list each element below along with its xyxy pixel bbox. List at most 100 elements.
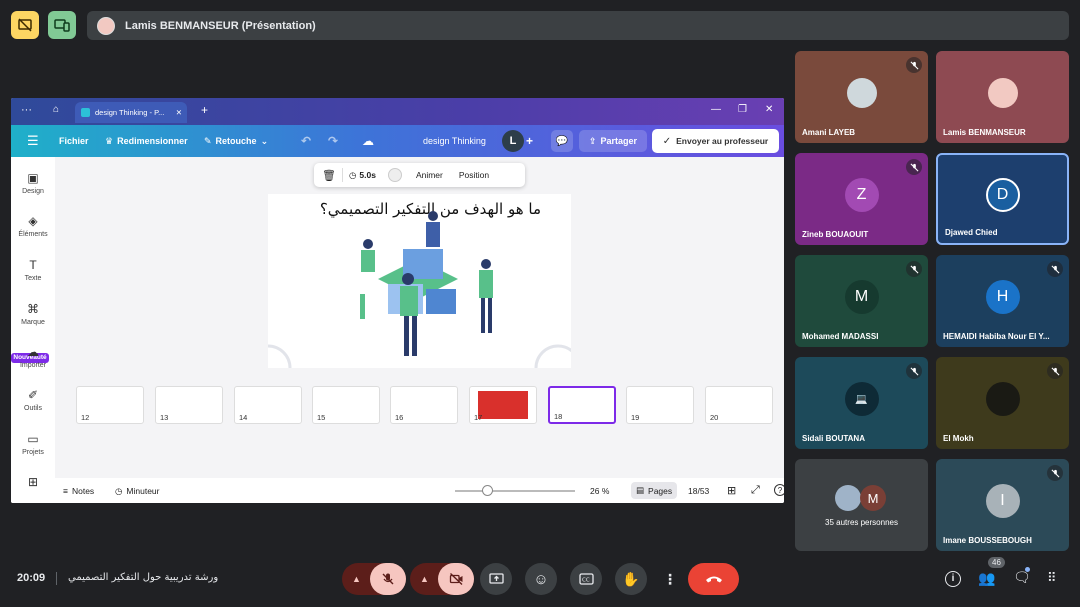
participant-name: Amani LAYEB [802, 128, 856, 137]
sidebar-item-elements[interactable]: ◈ Éléments [11, 214, 55, 238]
browser-tab[interactable]: design Thinking - P... ✕ [75, 102, 187, 123]
animate-button[interactable]: Animer [416, 170, 443, 180]
mic-options-chevron-icon[interactable]: ▲ [352, 574, 361, 584]
undo-icon[interactable]: ↶ [301, 125, 311, 157]
participant-tile[interactable]: I Imane BOUSSEBOUGH [936, 459, 1069, 551]
participant-tile-speaking[interactable]: D Djawed Chied [936, 153, 1069, 245]
leave-call-button[interactable] [688, 563, 739, 595]
sidebar-item-brand[interactable]: ⌘ Marque [11, 302, 55, 326]
minimize-icon[interactable]: — [711, 104, 721, 115]
participant-name: Zineb BOUAOUIT [802, 230, 869, 239]
slide-canvas[interactable]: ما هو الهدف من التفكير التصميمي؟ [268, 194, 571, 368]
menu-redimensionner[interactable]: ♛ Redimensionner [105, 125, 188, 157]
redo-icon[interactable]: ↷ [328, 125, 338, 157]
hamburger-menu-icon[interactable]: ☰ [27, 125, 39, 157]
mic-off-icon [1047, 465, 1063, 481]
participant-photo [985, 382, 1020, 417]
help-icon[interactable]: ? [774, 484, 784, 496]
hang-up-icon [705, 576, 722, 583]
participant-name: El Mokh [943, 434, 974, 443]
doc-title[interactable]: design Thinking [423, 125, 486, 157]
others-count: 35 autres personnes [825, 518, 898, 527]
mic-toggle-button[interactable] [370, 563, 406, 595]
new-tab-icon[interactable]: + [201, 103, 208, 117]
presenting-toggle-button[interactable] [11, 11, 39, 39]
present-screen-button[interactable] [480, 563, 512, 595]
page-thumbnail[interactable]: 19 [626, 386, 694, 424]
fullscreen-icon[interactable]: ⤢ [751, 484, 760, 497]
page-thumbnail[interactable]: 20 [705, 386, 773, 424]
color-swatch[interactable] [387, 168, 402, 182]
participant-name: Lamis BENMANSEUR [943, 128, 1026, 137]
participant-tile[interactable]: Amani LAYEB [795, 51, 928, 143]
menu-retouche[interactable]: ✎ Retouche ⌄ [204, 125, 268, 157]
zoom-slider-handle[interactable] [482, 485, 493, 496]
more-options-button[interactable]: ⋮ [660, 563, 680, 595]
home-icon[interactable]: ⌂ [53, 104, 59, 115]
others-tile[interactable]: M 35 autres personnes [795, 459, 928, 551]
user-avatar[interactable]: L [502, 130, 524, 152]
page-thumbnail[interactable]: 15 [312, 386, 380, 424]
sidebar-item-tools[interactable]: ✐ Outils [11, 388, 55, 412]
participant-tile[interactable]: Z Zineb BOUAOUIT [795, 153, 928, 245]
tab-title: design Thinking - P... [95, 108, 165, 117]
participant-tile[interactable]: El Mokh [936, 357, 1069, 449]
trash-icon[interactable]: 🗑 [322, 169, 336, 182]
share-button[interactable]: ⇪ Partager [579, 130, 647, 152]
activities-icon[interactable]: ⠿ [1047, 570, 1056, 586]
tab-close-icon[interactable]: ✕ [176, 108, 182, 117]
page-thumbnail[interactable]: 16 [390, 386, 458, 424]
camera-options-chevron-icon[interactable]: ▲ [420, 574, 429, 584]
cloud-save-icon[interactable]: ☁ [362, 125, 374, 157]
pages-button[interactable]: ▤ Pages [631, 482, 678, 499]
position-button[interactable]: Position [459, 170, 489, 180]
sidebar-item-apps[interactable]: ⊞ [11, 475, 55, 492]
participant-tile[interactable]: Lamis BENMANSEUR [936, 51, 1069, 143]
participant-photo [987, 78, 1018, 109]
sidebar-item-import[interactable]: ☁ Importer [11, 345, 55, 369]
add-collaborator-icon[interactable]: + [526, 134, 533, 148]
pencil-icon: ✎ [204, 135, 212, 146]
page-thumbnail-selected[interactable]: 18 [548, 386, 616, 424]
meeting-details-icon[interactable]: i [945, 571, 961, 587]
camera-toggle-button[interactable] [438, 563, 474, 595]
people-icon[interactable]: 👥 [978, 570, 995, 587]
presenter-banner[interactable]: Lamis BENMANSEUR (Présentation) [87, 11, 1069, 40]
sidebar-item-projects[interactable]: ▭ Projets [11, 432, 55, 456]
participant-name: Sidali BOUTANA [802, 434, 865, 443]
sidebar-item-text[interactable]: T Texte [11, 258, 55, 282]
sidebar-item-design[interactable]: ▣ Design [11, 171, 55, 195]
participant-avatar: Z [844, 178, 879, 213]
more-icon[interactable]: ··· [21, 104, 32, 116]
page-thumbnail[interactable]: 17 [469, 386, 537, 424]
duration-button[interactable]: ◷ 5.0s [349, 170, 376, 181]
menu-fichier[interactable]: Fichier [59, 125, 89, 157]
participant-tile[interactable]: M Mohamed MADASSI [795, 255, 928, 347]
send-to-teacher-button[interactable]: ✓ Envoyer au professeur [652, 129, 779, 153]
participant-tile[interactable]: 💻 Sidali BOUTANA [795, 357, 928, 449]
browser-titlebar: ··· ⌂ design Thinking - P... ✕ + — ❐ ✕ [11, 98, 784, 125]
mic-off-icon [382, 573, 394, 585]
layout-button[interactable] [48, 11, 76, 39]
comment-icon[interactable]: 💬 [551, 130, 573, 152]
laptop-icon: 💻 [855, 393, 868, 405]
participant-avatar: I [985, 484, 1020, 519]
page-thumbnail[interactable]: 12 [76, 386, 144, 424]
page-thumbnail[interactable]: 14 [234, 386, 302, 424]
page-thumbnails: 12 13 14 15 16 17 18 19 20 [71, 383, 781, 427]
reactions-button[interactable]: ☺ [525, 563, 557, 595]
captions-button[interactable]: CC [570, 563, 602, 595]
grid-view-icon[interactable]: ⊞ [727, 484, 736, 497]
raise-hand-button[interactable]: ✋ [615, 563, 647, 595]
participant-avatar: M [844, 280, 879, 315]
zoom-slider[interactable] [455, 490, 575, 492]
mic-off-icon [1047, 261, 1063, 277]
notes-button[interactable]: ≡ Notes [63, 486, 94, 496]
window-close-icon[interactable]: ✕ [765, 104, 773, 115]
page-thumbnail[interactable]: 13 [155, 386, 223, 424]
maximize-icon[interactable]: ❐ [738, 104, 747, 115]
more-vert-icon: ⋮ [663, 570, 677, 587]
zoom-level[interactable]: 26 % [590, 486, 609, 496]
participant-tile[interactable]: H HEMAIDI Habiba Nour El Y... [936, 255, 1069, 347]
timer-button[interactable]: ◷ Minuteur [115, 486, 160, 497]
